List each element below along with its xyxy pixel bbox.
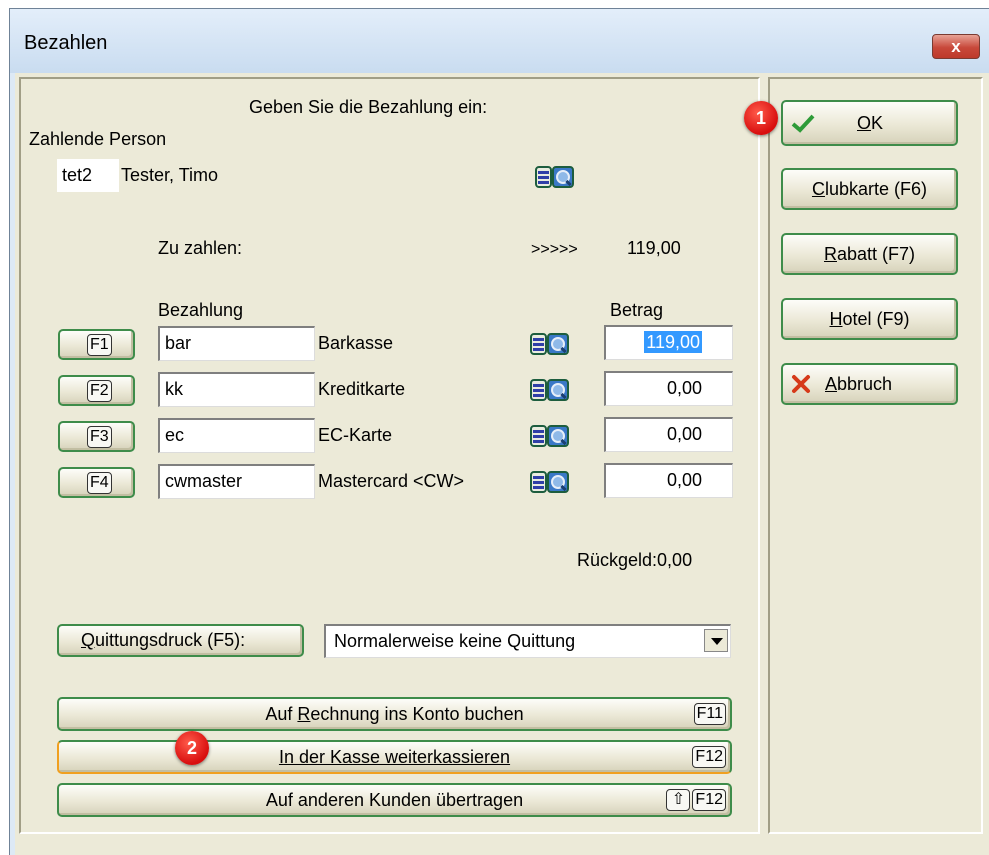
payment-lookup-icons-4[interactable] — [530, 471, 569, 493]
payment-code-field-1[interactable]: bar — [158, 326, 315, 361]
hotel-label: otel (F9) — [842, 308, 910, 329]
bezahlen-dialog: Bezahlen x Geben Sie die Bezahlung ein: … — [9, 8, 989, 855]
amount-field-4[interactable]: 0,00 — [604, 463, 733, 498]
f11-key: F11 — [693, 703, 726, 725]
due-amount: 119,00 — [627, 238, 681, 258]
search-icon[interactable] — [552, 166, 574, 188]
annotation-badge-2: 2 — [175, 731, 209, 765]
payment-name-2: Kreditkarte — [318, 379, 406, 399]
ok-mnemonic: O — [857, 112, 872, 133]
payment-code-field-2[interactable]: kk — [158, 372, 315, 407]
close-button[interactable]: x — [932, 34, 980, 59]
list-icon[interactable] — [530, 425, 547, 447]
amount-field-2[interactable]: 0,00 — [604, 371, 733, 406]
receipt-select-value: Normalerweise keine Quittung — [334, 631, 576, 651]
action-1-label: echnung ins Konto buchen — [310, 703, 524, 724]
clubkarte-mnemonic: C — [811, 178, 825, 199]
rabatt-label: abatt (F7) — [836, 243, 916, 264]
f1-button[interactable]: F1 — [58, 329, 135, 360]
receipt-button-label: uittungsdruck (F5): — [95, 630, 246, 650]
change-text: Rückgeld:0,00 — [577, 550, 693, 570]
continue-at-register-button[interactable]: In der Kasse weiterkassieren F12 — [57, 740, 732, 774]
action-1-pre: Auf — [265, 703, 298, 724]
charge-to-account-button[interactable]: Auf Rechnung ins Konto buchen F11 — [57, 697, 732, 731]
hotel-button[interactable]: Hotel (F9) — [781, 298, 958, 340]
f2-key: F2 — [87, 379, 112, 402]
payment-lookup-icons-1[interactable] — [530, 333, 569, 355]
annotation-badge-1: 1 — [744, 101, 778, 135]
payment-name-4: Mastercard <CW> — [318, 471, 465, 491]
receipt-select[interactable]: Normalerweise keine Quittung — [324, 624, 731, 658]
transfer-to-other-customer-button[interactable]: Auf anderen Kunden übertragen ⇧ F12 — [57, 783, 732, 817]
hotel-mnemonic: H — [829, 308, 843, 329]
action-1-mnemonic: R — [297, 703, 311, 724]
checkmark-icon — [791, 114, 815, 133]
clubkarte-button[interactable]: Clubkarte (F6) — [781, 168, 958, 210]
payment-name-3: EC-Karte — [318, 425, 393, 445]
payment-lookup-icons-2[interactable] — [530, 379, 569, 401]
window-title: Bezahlen — [24, 32, 108, 54]
f4-button[interactable]: F4 — [58, 467, 135, 498]
rabatt-button[interactable]: Rabatt (F7) — [781, 233, 958, 275]
search-icon[interactable] — [547, 379, 569, 401]
f12-key: F12 — [692, 789, 726, 811]
f12-key: F12 — [692, 746, 726, 768]
search-icon[interactable] — [547, 471, 569, 493]
shift-key: ⇧ — [666, 789, 691, 811]
f3-button[interactable]: F3 — [58, 421, 135, 452]
payer-label: Zahlende Person — [29, 129, 167, 149]
list-icon[interactable] — [530, 379, 547, 401]
clubkarte-label: lubkarte (F6) — [824, 178, 928, 199]
rabatt-mnemonic: R — [823, 243, 837, 264]
abbruch-button[interactable]: Abbruch — [781, 363, 958, 405]
receipt-print-button[interactable]: Quittungsdruck (F5): — [57, 624, 304, 657]
f4-key: F4 — [87, 471, 112, 494]
payment-name-1: Barkasse — [318, 333, 394, 353]
list-icon[interactable] — [530, 333, 547, 355]
amount-field-1[interactable]: 119,00 — [604, 325, 733, 360]
f3-key: F3 — [87, 425, 112, 448]
list-icon[interactable] — [535, 166, 552, 188]
ok-button[interactable]: OK — [781, 100, 958, 146]
payment-code-field-4[interactable]: cwmaster — [158, 464, 315, 499]
payer-code-field[interactable]: tet2 — [57, 159, 119, 192]
abbruch-label: bbruch — [837, 373, 893, 394]
col-header-method: Bezahlung — [158, 300, 244, 320]
list-icon[interactable] — [530, 471, 547, 493]
prompt-text: Geben Sie die Bezahlung ein: — [249, 97, 488, 117]
payment-lookup-icons-3[interactable] — [530, 425, 569, 447]
cancel-x-icon — [792, 375, 810, 393]
receipt-mnemonic: Q — [81, 630, 96, 650]
title-bar[interactable]: Bezahlen x — [10, 9, 989, 73]
payer-lookup-icons[interactable] — [535, 166, 574, 188]
payment-code-field-3[interactable]: ec — [158, 418, 315, 453]
col-header-amount: Betrag — [610, 300, 664, 320]
action-3-label: Auf anderen Kunden übertragen — [265, 789, 524, 810]
f1-key: F1 — [87, 333, 112, 356]
due-label: Zu zahlen: — [158, 238, 243, 258]
search-icon[interactable] — [547, 333, 569, 355]
side-panel: OK Clubkarte (F6) Rabatt (F7) Hotel (F9)… — [768, 77, 983, 834]
abbruch-mnemonic: A — [825, 373, 838, 394]
action-2-label: n der Kasse weiterkassieren — [283, 746, 511, 767]
due-arrows: >>>>> — [531, 241, 578, 258]
payer-name: Tester, Timo — [121, 165, 219, 185]
chevron-down-icon[interactable] — [704, 629, 728, 652]
dialog-body: Geben Sie die Bezahlung ein: Zahlende Pe… — [15, 73, 989, 855]
amount-value-1: 119,00 — [644, 331, 702, 353]
payment-panel: Geben Sie die Bezahlung ein: Zahlende Pe… — [19, 77, 760, 834]
f2-button[interactable]: F2 — [58, 375, 135, 406]
amount-field-3[interactable]: 0,00 — [604, 417, 733, 452]
ok-label: K — [871, 112, 884, 133]
search-icon[interactable] — [547, 425, 569, 447]
